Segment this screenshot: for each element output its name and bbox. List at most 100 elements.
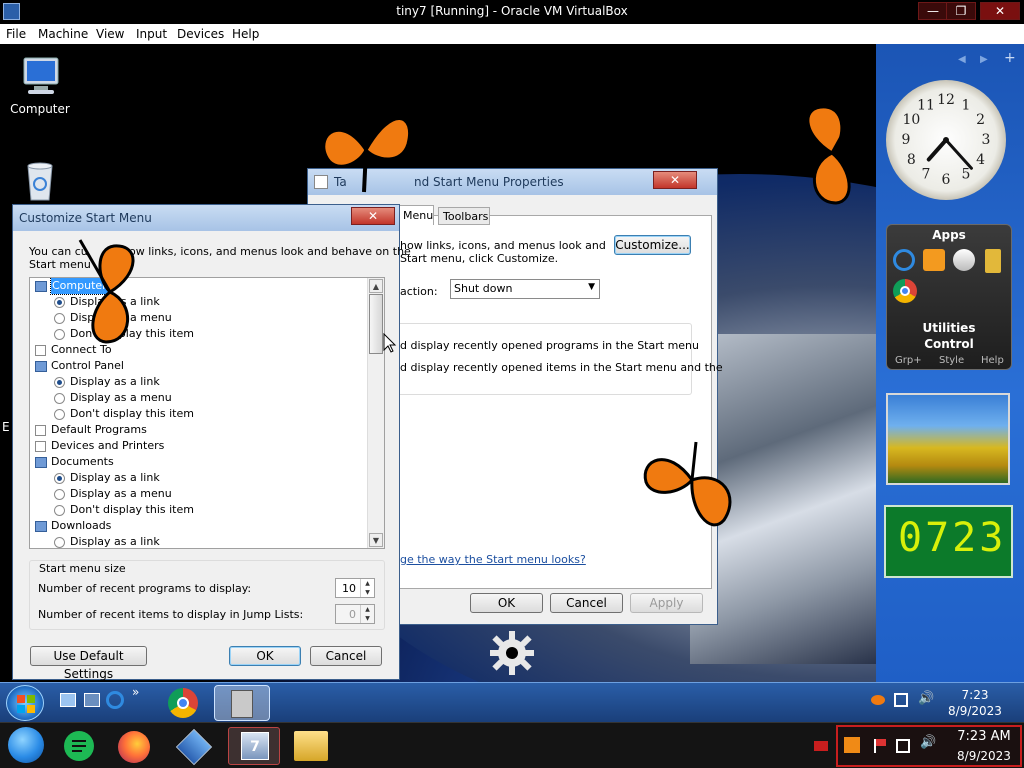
radio-button[interactable] bbox=[54, 377, 65, 388]
media-player-icon[interactable] bbox=[923, 249, 945, 271]
paint-icon[interactable] bbox=[953, 249, 975, 271]
power-action-select[interactable]: Shut down ▼ bbox=[450, 279, 600, 299]
chevron-right-icon[interactable]: ▶ bbox=[980, 54, 988, 65]
checkbox[interactable] bbox=[35, 441, 46, 452]
privacy-programs-checkbox[interactable]: d display recently opened programs in th… bbox=[400, 339, 699, 352]
checkbox[interactable] bbox=[35, 425, 46, 436]
scroll-thumb[interactable] bbox=[369, 294, 383, 354]
trophy-icon[interactable] bbox=[985, 249, 1001, 273]
radio-button[interactable] bbox=[54, 473, 65, 484]
host-clock-time[interactable]: 7:23 AM bbox=[948, 729, 1020, 744]
start-button[interactable] bbox=[6, 685, 44, 721]
privacy-items-checkbox[interactable]: d display recently opened items in the S… bbox=[400, 361, 723, 374]
clock-gadget[interactable]: 12 1 2 3 4 5 6 7 8 9 10 11 bbox=[886, 80, 1006, 200]
close-button[interactable]: ✕ bbox=[351, 207, 395, 225]
digital-clock-gadget[interactable]: 0723 bbox=[884, 505, 1013, 578]
properties-taskbar-button[interactable] bbox=[214, 685, 270, 721]
firefox-icon[interactable] bbox=[118, 731, 150, 763]
file-explorer-icon[interactable] bbox=[294, 731, 328, 761]
menu-view[interactable]: View bbox=[96, 27, 124, 41]
chevron-down-icon[interactable]: ▼ bbox=[360, 588, 374, 597]
checkbox[interactable] bbox=[35, 345, 46, 356]
use-default-settings-button[interactable]: Use Default Settings bbox=[30, 646, 147, 681]
notes-app-icon[interactable] bbox=[64, 731, 94, 761]
radio-button[interactable] bbox=[54, 409, 65, 420]
add-gadget-icon[interactable]: + bbox=[1004, 50, 1016, 66]
tree-row-check[interactable]: Default Programs bbox=[30, 422, 368, 438]
tree-row-item[interactable]: Documents bbox=[30, 454, 368, 470]
radio-button[interactable] bbox=[54, 489, 65, 500]
radio-button[interactable] bbox=[54, 313, 65, 324]
menu-help[interactable]: Help bbox=[232, 27, 259, 41]
network-icon[interactable] bbox=[894, 693, 908, 707]
virtualbox-taskbar-icon[interactable] bbox=[175, 728, 213, 766]
radio-button[interactable] bbox=[54, 505, 65, 516]
menu-input[interactable]: Input bbox=[136, 27, 167, 41]
chevron-up-icon[interactable]: ▲ bbox=[360, 605, 374, 614]
app-tray-icon[interactable] bbox=[844, 737, 860, 753]
start-menu-help-link[interactable]: ge the way the Start menu looks? bbox=[400, 553, 586, 566]
show-desktop-icon[interactable] bbox=[60, 693, 76, 707]
close-button[interactable]: ✕ bbox=[653, 171, 697, 189]
help-link[interactable]: Help bbox=[981, 355, 1004, 366]
volume-icon[interactable]: 🔊 bbox=[918, 691, 934, 706]
minimize-button[interactable]: — bbox=[918, 2, 948, 20]
volume-icon[interactable]: 🔊 bbox=[920, 735, 936, 750]
radio-button[interactable] bbox=[54, 537, 65, 548]
radio-button[interactable] bbox=[54, 393, 65, 404]
flag-icon[interactable] bbox=[874, 739, 888, 753]
switch-windows-icon[interactable] bbox=[84, 693, 100, 707]
radio-button[interactable] bbox=[54, 297, 65, 308]
radio-button[interactable] bbox=[54, 329, 65, 340]
menu-machine[interactable]: Machine bbox=[38, 27, 88, 41]
vertical-scrollbar[interactable]: ▲ ▼ bbox=[367, 278, 384, 548]
internet-explorer-icon[interactable] bbox=[893, 249, 915, 271]
tree-row-radio[interactable]: Display as a link bbox=[30, 534, 368, 548]
style-link[interactable]: Style bbox=[939, 355, 964, 366]
guest-clock-date[interactable]: 8/9/2023 bbox=[944, 704, 1006, 718]
start-orb[interactable] bbox=[8, 727, 44, 763]
notification-icon[interactable] bbox=[814, 741, 828, 751]
quicklaunch-overflow[interactable]: » bbox=[132, 685, 139, 699]
scroll-up-button[interactable]: ▲ bbox=[369, 279, 383, 293]
menu-devices[interactable]: Devices bbox=[177, 27, 224, 41]
desktop-icon-recycle-bin[interactable] bbox=[0, 158, 80, 206]
ok-button[interactable]: OK bbox=[229, 646, 301, 666]
apply-button[interactable]: Apply bbox=[630, 593, 703, 613]
tree-row-radio[interactable]: Don't display this item bbox=[30, 502, 368, 518]
control-label[interactable]: Control bbox=[887, 337, 1011, 351]
recent-programs-stepper[interactable]: 10 ▲ ▼ bbox=[335, 578, 375, 598]
tree-row-radio[interactable]: Display as a link bbox=[30, 374, 368, 390]
butterfly-tray-icon[interactable] bbox=[871, 695, 885, 705]
recent-items-stepper[interactable]: 0 ▲ ▼ bbox=[335, 604, 375, 624]
host-clock-date[interactable]: 8/9/2023 bbox=[948, 749, 1020, 763]
slideshow-gadget[interactable] bbox=[886, 393, 1010, 485]
tree-row-check[interactable]: Devices and Printers bbox=[30, 438, 368, 454]
tree-row-item[interactable]: Downloads bbox=[30, 518, 368, 534]
chrome-taskbar-button[interactable] bbox=[158, 685, 208, 721]
desktop-icon-computer[interactable]: Computer bbox=[0, 56, 80, 116]
tree-row-radio[interactable]: Display as a menu bbox=[30, 390, 368, 406]
utilities-label[interactable]: Utilities bbox=[887, 321, 1011, 335]
customize-button[interactable]: Customize... bbox=[614, 235, 691, 255]
group-plus-link[interactable]: Grp+ bbox=[895, 355, 922, 366]
chrome-icon[interactable] bbox=[893, 279, 917, 303]
tab-start-menu[interactable]: Menu bbox=[398, 205, 434, 225]
guest-clock-time[interactable]: 7:23 bbox=[950, 688, 1000, 702]
virtualbox-vm-taskbar-button[interactable]: 7 bbox=[228, 727, 280, 765]
tree-row-radio[interactable]: Display as a menu bbox=[30, 486, 368, 502]
cancel-button[interactable]: Cancel bbox=[550, 593, 623, 613]
network-icon[interactable] bbox=[896, 739, 910, 753]
chevron-down-icon[interactable]: ▼ bbox=[360, 614, 374, 623]
internet-explorer-icon[interactable] bbox=[106, 691, 124, 709]
tab-toolbars[interactable]: Toolbars bbox=[438, 207, 490, 225]
maximize-button[interactable]: ❐ bbox=[946, 2, 976, 20]
tree-row-radio[interactable]: Display as a link bbox=[30, 470, 368, 486]
chevron-left-icon[interactable]: ◀ bbox=[958, 54, 966, 65]
ok-button[interactable]: OK bbox=[470, 593, 543, 613]
cancel-button[interactable]: Cancel bbox=[310, 646, 382, 666]
scroll-down-button[interactable]: ▼ bbox=[369, 533, 383, 547]
tree-row-radio[interactable]: Don't display this item bbox=[30, 406, 368, 422]
menu-file[interactable]: File bbox=[6, 27, 26, 41]
chevron-up-icon[interactable]: ▲ bbox=[360, 579, 374, 588]
